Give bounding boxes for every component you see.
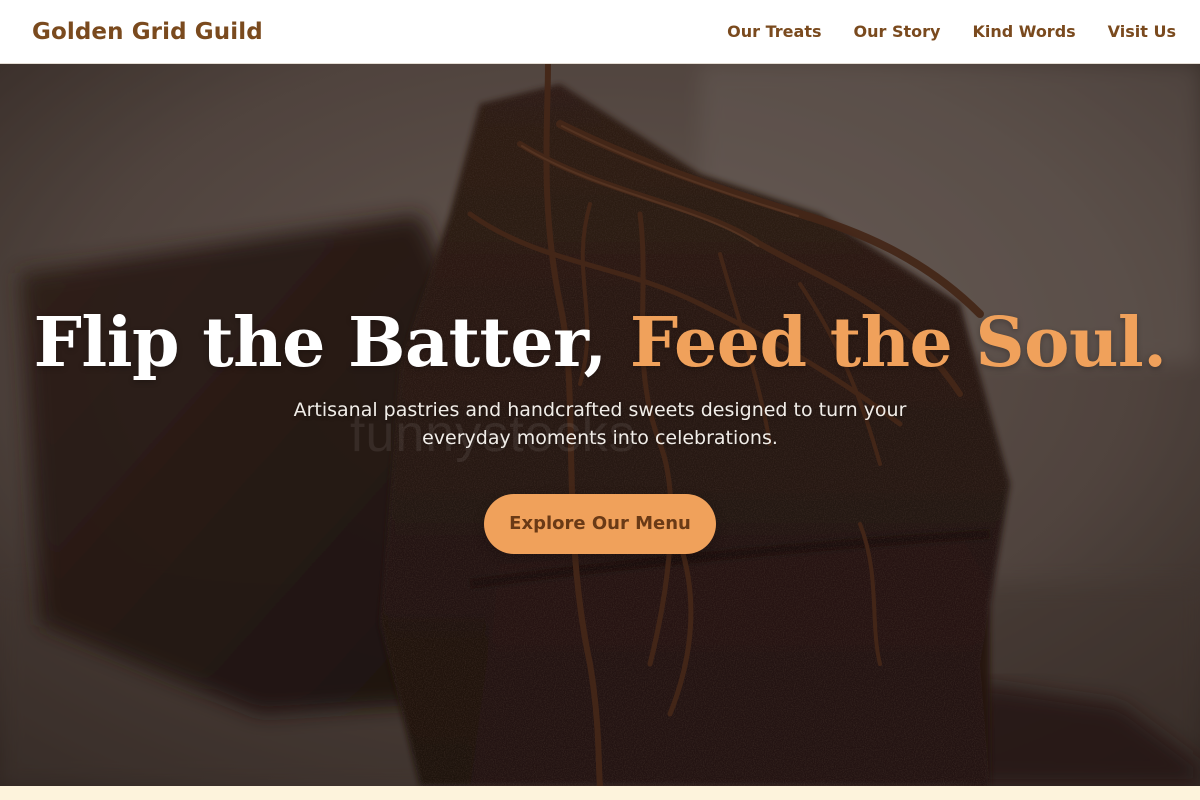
next-section-strip — [0, 786, 1200, 800]
hero-title-accent: Feed the Soul. — [629, 303, 1167, 383]
hero-title: Flip the Batter, Feed the Soul. — [0, 304, 1200, 382]
nav-link-our-treats[interactable]: Our Treats — [727, 22, 821, 41]
site-header: Golden Grid Guild Our Treats Our Story K… — [0, 0, 1200, 64]
hero-content: Flip the Batter, Feed the Soul. Artisana… — [0, 304, 1200, 555]
nav-link-kind-words[interactable]: Kind Words — [972, 22, 1075, 41]
nav-link-our-story[interactable]: Our Story — [854, 22, 941, 41]
hero-title-main: Flip the Batter, — [33, 303, 630, 383]
explore-menu-button[interactable]: Explore Our Menu — [484, 494, 716, 555]
nav-link-visit-us[interactable]: Visit Us — [1108, 22, 1176, 41]
brand-logo-link[interactable]: Golden Grid Guild — [32, 19, 263, 45]
hero-section: funnystocks Flip the Batter, Feed the So… — [0, 64, 1200, 786]
main-nav: Our Treats Our Story Kind Words Visit Us — [727, 22, 1176, 41]
hero-subtitle: Artisanal pastries and handcrafted sweet… — [293, 399, 907, 450]
